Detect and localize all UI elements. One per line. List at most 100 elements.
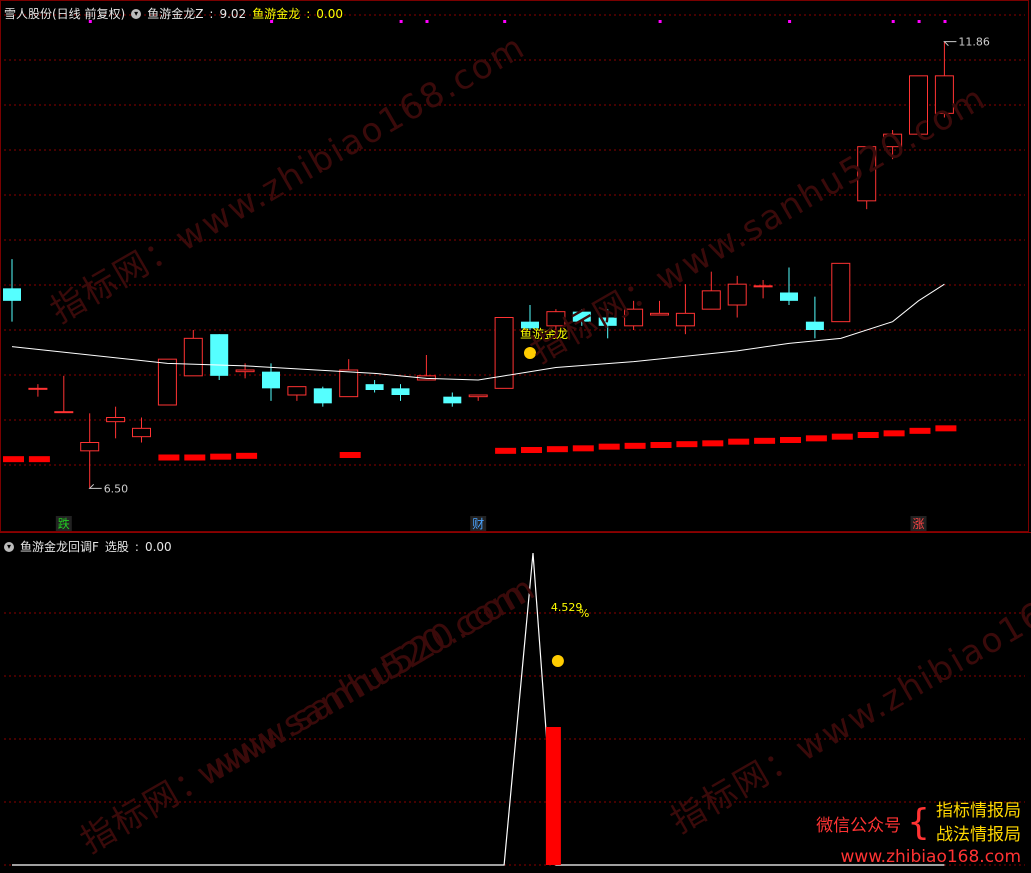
percent-unit: % — [579, 607, 589, 620]
percent-label: 4.529 — [551, 601, 583, 614]
support-bar — [805, 435, 827, 442]
support-bar — [521, 447, 542, 453]
candle-body-up — [54, 411, 74, 414]
signal-dot — [399, 20, 403, 23]
candle-body-up — [287, 386, 307, 396]
moving-average-line — [11, 283, 945, 381]
candle-body-down — [262, 371, 280, 389]
candle-body-down — [572, 311, 591, 322]
candle-body-up — [157, 358, 177, 406]
support-bar — [28, 456, 50, 463]
event-tag: 财 — [472, 517, 484, 531]
indicator-value: 9.02 — [219, 6, 247, 21]
candlestick-chart[interactable]: 11.86 6.50 鱼游金龙跌 财 涨 — [0, 0, 1031, 532]
support-bar — [702, 440, 724, 447]
sub-indicator-menu-icon[interactable]: ▾ — [4, 541, 14, 552]
main-chart-header: 雪人股份(日线 前复权) ▾ 鱼游金龙Z : 9.02 鱼游金龙 : 0.00 — [4, 6, 343, 22]
support-bar — [572, 445, 594, 452]
candle-body-up — [132, 427, 151, 438]
support-bar — [935, 425, 957, 432]
candle-body-up — [934, 75, 954, 114]
signal-dot — [658, 20, 662, 23]
candle-body-up — [494, 317, 514, 389]
promo-url[interactable]: www.zhibiao168.com — [816, 847, 1021, 867]
candle-body-up — [28, 387, 48, 390]
candle-body-down — [365, 384, 384, 390]
support-bar — [857, 432, 879, 438]
candle-body-up — [183, 337, 203, 377]
signal-dot — [425, 20, 429, 23]
promo-name-1: 指标情报局 — [936, 801, 1021, 821]
candle-body-up — [909, 75, 928, 135]
event-tag: 跌 — [58, 516, 70, 531]
support-bar — [495, 447, 517, 454]
wechat-label: 微信公众号 — [816, 815, 902, 836]
candle-body-down — [313, 388, 332, 404]
support-bar — [754, 437, 776, 444]
signal-dot — [891, 20, 895, 23]
support-bar — [339, 452, 361, 458]
sub-chart-header: ▾ 鱼游金龙回调F 选股 : 0.00 — [4, 538, 172, 555]
min-pointer — [88, 483, 102, 489]
event-tag: 涨 — [913, 516, 925, 531]
candle-body-up — [753, 285, 773, 288]
support-bar — [210, 453, 232, 460]
indicator-menu-icon[interactable]: ▾ — [131, 8, 142, 19]
support-bar — [598, 443, 620, 450]
support-bar — [184, 454, 206, 461]
main-chart-panel[interactable]: 11.86 6.50 鱼游金龙跌 财 涨 雪人股份(日线 前复权) ▾ 鱼游金龙Z : … — [0, 0, 1031, 532]
support-bar — [624, 442, 646, 449]
candle-body-up — [468, 394, 488, 398]
candle-body-down — [210, 334, 229, 376]
smile-icon — [551, 655, 564, 667]
signal-label: 鱼游金龙 — [520, 326, 568, 341]
candle-body-up — [235, 369, 255, 373]
support-bar — [3, 456, 24, 463]
candle-body-up — [883, 133, 903, 148]
candle-body-up — [727, 283, 747, 306]
selection-signal-line — [12, 552, 945, 866]
candle-body-down — [805, 321, 824, 330]
candle-body-up — [339, 369, 359, 398]
support-bar — [909, 427, 931, 434]
signal-dot — [917, 20, 921, 23]
output-value: 0.00 — [144, 539, 172, 554]
output-label: 选股 — [104, 540, 129, 554]
indicator-name: 鱼游金龙Z — [147, 7, 204, 21]
support-bar — [780, 437, 801, 443]
candle-body-down — [3, 288, 21, 301]
signal-dot — [788, 20, 792, 23]
support-bar — [676, 441, 698, 448]
candle-body-up — [624, 308, 644, 327]
stock-title: 雪人股份(日线 前复权) — [4, 7, 126, 21]
series-label: 鱼游金龙 — [252, 7, 301, 21]
candle-body-down — [443, 396, 462, 404]
series-value: 0.00 — [316, 6, 343, 21]
sub-chart-panel[interactable]: 4.529% ▾ 鱼游金龙回调F 选股 : 0.00 微信公众号 { 指标情报局… — [0, 532, 1031, 873]
candle-body-up — [650, 312, 669, 316]
candle-body-up — [106, 417, 126, 423]
brace-glyph: { — [907, 802, 930, 843]
candle-body-down — [391, 388, 410, 395]
candle-body-up — [80, 442, 100, 452]
signal-dot — [503, 20, 507, 23]
promo-block: 微信公众号 { 指标情报局 战法情报局 www.zhibiao168.com — [816, 799, 1021, 867]
candle-body-down — [780, 292, 798, 301]
candle-body-down — [598, 317, 617, 326]
max-pointer — [943, 41, 957, 47]
signal-dot — [943, 20, 947, 23]
support-bar — [650, 442, 672, 448]
support-bar — [728, 438, 750, 445]
pullback-bar — [545, 727, 561, 865]
max-price-label: 11.86 — [958, 36, 990, 49]
min-price-label: 6.50 — [104, 482, 129, 495]
candle-body-up — [857, 146, 877, 202]
support-bar — [236, 452, 258, 459]
support-bar — [831, 433, 853, 440]
candle-body-up — [675, 312, 695, 327]
promo-name-2: 战法情报局 — [936, 825, 1021, 845]
face-icon — [524, 347, 536, 359]
support-bar — [546, 446, 568, 453]
sub-indicator-name: 鱼游金龙回调F — [20, 540, 99, 554]
support-bar — [883, 430, 905, 437]
